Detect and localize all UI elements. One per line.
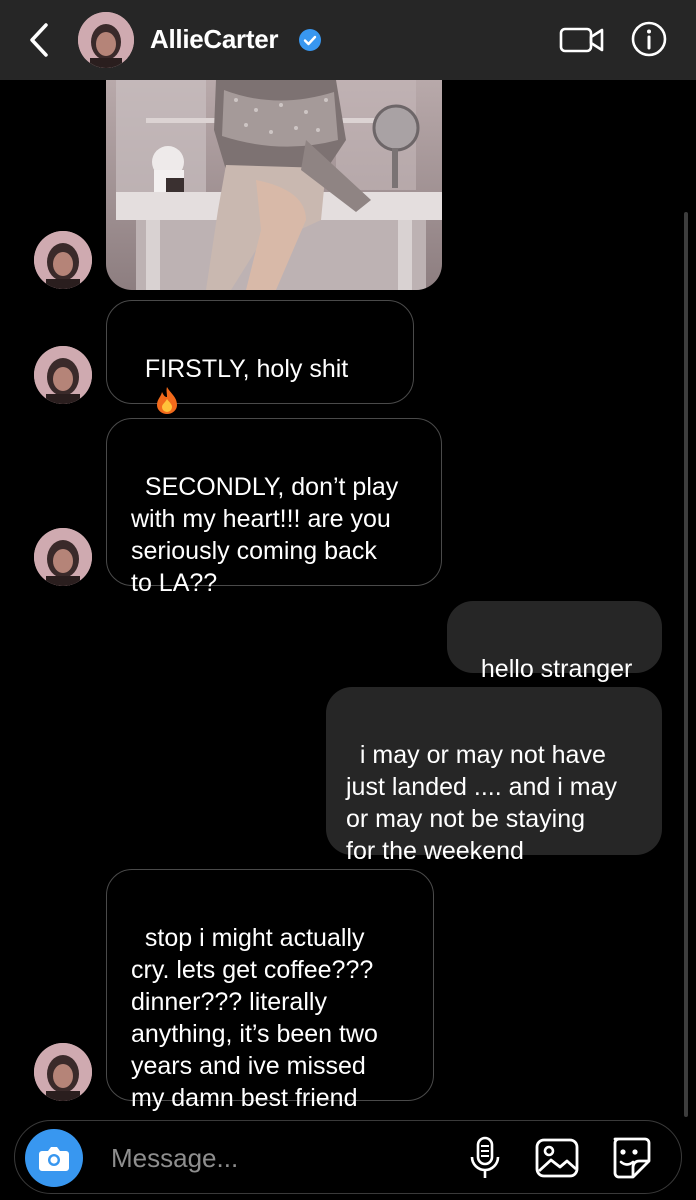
message-text: SECONDLY, don’t play with my heart!!! ar… (131, 473, 399, 597)
avatar[interactable] (34, 231, 92, 289)
camera-button[interactable] (25, 1129, 83, 1187)
video-camera-icon[interactable] (558, 22, 606, 58)
shared-photo[interactable] (106, 80, 442, 290)
message-text: stop i might actually cry. lets get coff… (131, 924, 378, 1112)
message-bubble-received[interactable]: SECONDLY, don’t play with my heart!!! ar… (106, 418, 442, 597)
message-bubble-received[interactable]: stop i might actually cry. lets get coff… (106, 869, 434, 1112)
sticker-icon[interactable] (607, 1135, 653, 1181)
chevron-left-icon[interactable] (24, 20, 54, 60)
image-gallery-icon[interactable] (533, 1135, 581, 1181)
message-composer (14, 1120, 682, 1194)
fire-emoji-icon (156, 387, 177, 414)
verified-badge-icon (299, 29, 321, 51)
message-bubble-received[interactable]: FIRSTLY, holy shit (106, 300, 414, 514)
info-icon[interactable] (630, 20, 668, 58)
message-text: i may or may not have just landed .... a… (346, 741, 617, 865)
avatar[interactable] (34, 1043, 92, 1101)
message-input[interactable] (111, 1137, 451, 1179)
avatar[interactable] (78, 12, 134, 68)
message-bubble-sent[interactable]: hello stranger (447, 601, 662, 683)
message-text: hello stranger (480, 655, 633, 683)
message-bubble-sent[interactable]: i may or may not have just landed .... a… (326, 687, 662, 894)
microphone-icon[interactable] (467, 1135, 503, 1181)
avatar[interactable] (34, 528, 92, 586)
avatar[interactable] (34, 346, 92, 404)
chat-header: AllieCarter (0, 0, 696, 80)
message-text: FIRSTLY, holy shit (144, 355, 349, 383)
camera-icon (39, 1147, 69, 1171)
contact-username[interactable]: AllieCarter (150, 24, 279, 55)
scrollbar[interactable] (684, 212, 688, 1117)
